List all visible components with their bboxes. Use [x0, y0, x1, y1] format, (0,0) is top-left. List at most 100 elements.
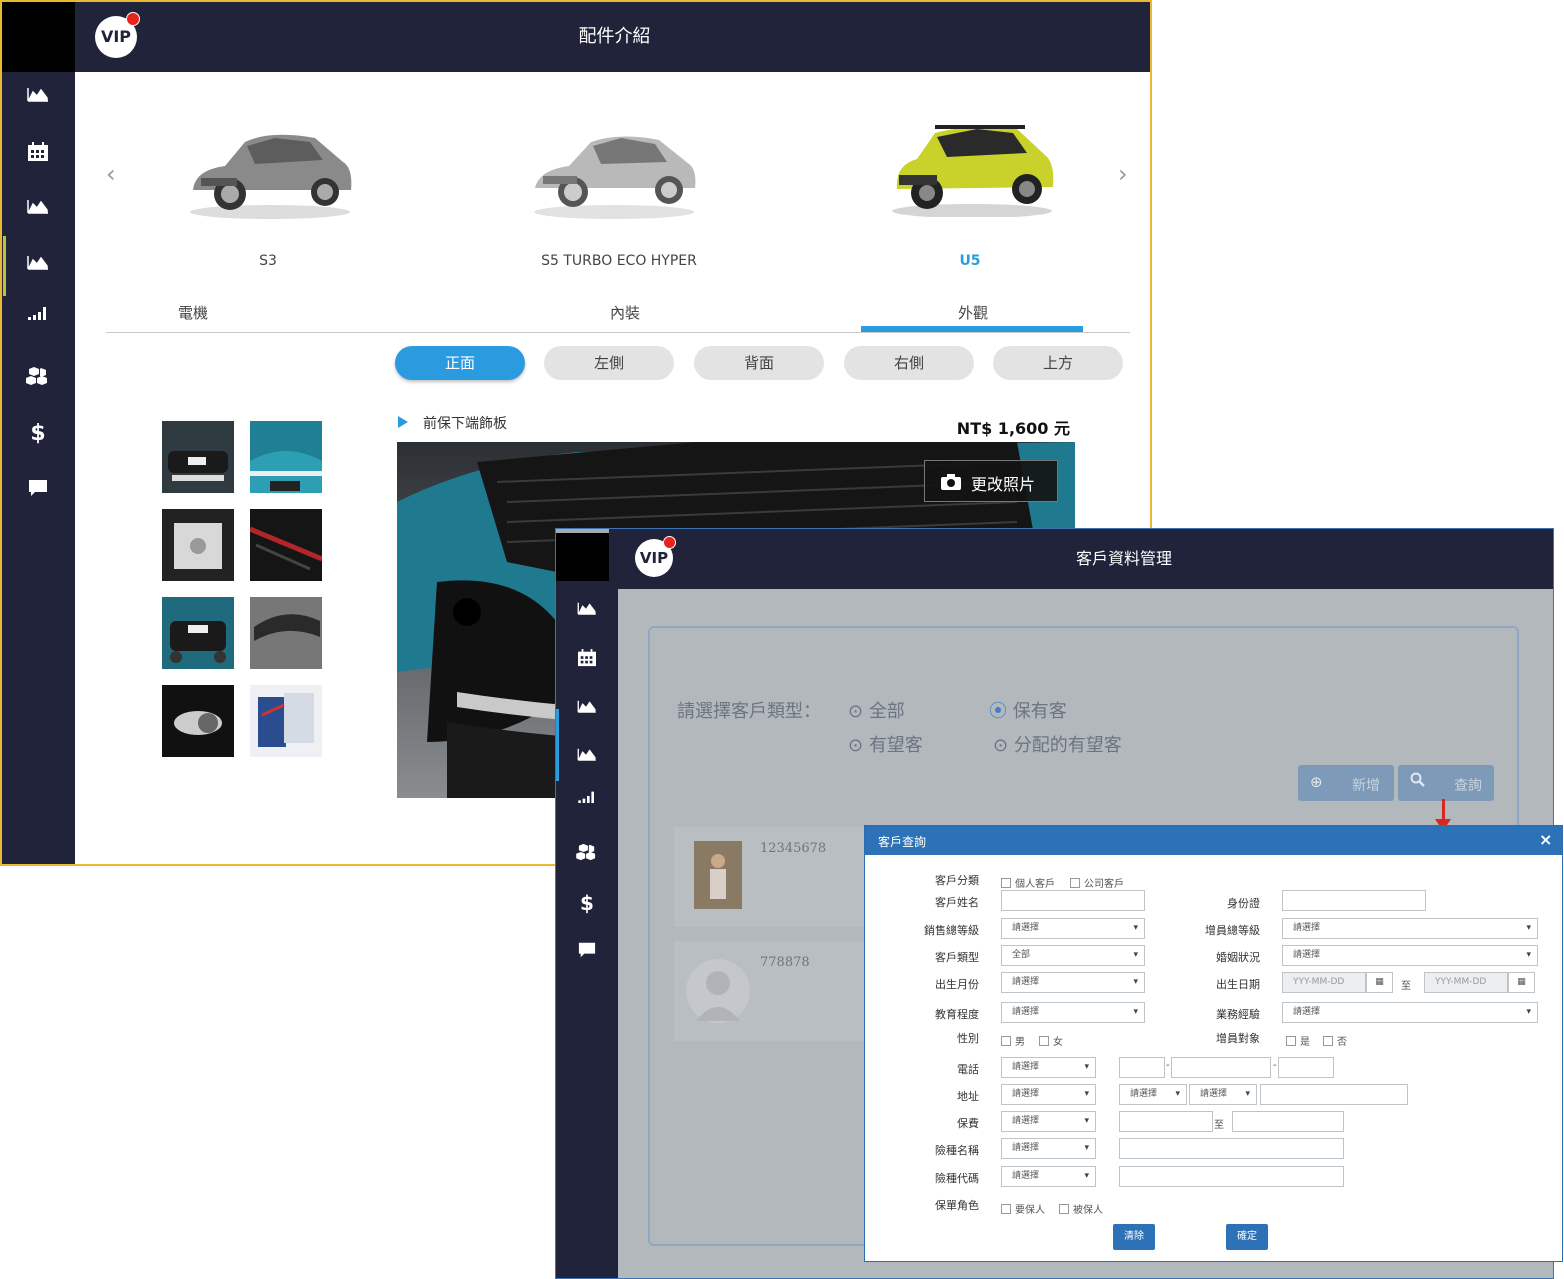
thumbnail-7[interactable] — [162, 685, 234, 757]
chevron-right-icon[interactable]: › — [1118, 160, 1128, 188]
search-label: 查詢 — [1454, 778, 1482, 794]
car-image-s5[interactable] — [529, 120, 699, 224]
thumbnail-1[interactable] — [162, 421, 234, 493]
education-select[interactable]: 請選擇 — [1001, 1002, 1145, 1023]
phone-type-select[interactable]: 請選擇 — [1001, 1057, 1096, 1078]
checkbox-company[interactable]: 公司客戶 — [1070, 872, 1124, 891]
checkbox-label: 女 — [1053, 1037, 1063, 1048]
birth-month-select[interactable]: 請選擇 — [1001, 972, 1145, 993]
sidebar: $ — [2, 72, 75, 864]
phone-area-input[interactable] — [1119, 1057, 1165, 1078]
birth-date-to[interactable]: YYY-MM-DD — [1424, 972, 1508, 993]
radio-owned[interactable]: ⦿ 保有客 — [989, 697, 1067, 723]
premium-from-input[interactable] — [1119, 1111, 1213, 1132]
add-button[interactable]: ⊕ 新增 — [1298, 765, 1394, 801]
radio-prospect-label: 有望客 — [868, 735, 923, 756]
area-chart-icon[interactable] — [556, 699, 618, 723]
avatar-placeholder-icon — [686, 953, 750, 1029]
area-chart-icon[interactable] — [2, 198, 74, 222]
view-front-button[interactable]: 正面 — [395, 346, 525, 380]
dollar-icon[interactable]: $ — [556, 891, 618, 915]
car-image-u5[interactable] — [887, 117, 1057, 221]
area-chart-icon[interactable] — [2, 86, 74, 110]
confirm-button[interactable]: 確定 — [1226, 1224, 1268, 1250]
thumbnail-5[interactable] — [162, 597, 234, 669]
phone-number-input[interactable] — [1171, 1057, 1271, 1078]
checkbox-no[interactable]: 否 — [1323, 1030, 1347, 1049]
tab-motor[interactable]: 電機 — [123, 302, 263, 323]
city-select[interactable]: 請選擇 — [1119, 1084, 1187, 1105]
calendar-icon[interactable]: ▦ — [1366, 972, 1393, 993]
view-back-button[interactable]: 背面 — [694, 346, 824, 380]
dollar-icon[interactable]: $ — [2, 422, 74, 446]
radio-all[interactable]: ⊙ 全部 — [848, 697, 905, 723]
thumbnail-3[interactable] — [162, 509, 234, 581]
member-level-select[interactable]: 請選擇 — [1282, 918, 1538, 939]
ins-name-select[interactable]: 請選擇 — [1001, 1138, 1096, 1159]
ins-code-select[interactable]: 請選擇 — [1001, 1166, 1096, 1187]
checkbox-male[interactable]: 男 — [1001, 1030, 1025, 1049]
thumbnail-6[interactable] — [250, 597, 322, 669]
view-top-button[interactable]: 上方 — [993, 346, 1123, 380]
area-chart-icon[interactable] — [2, 254, 74, 278]
car-label-u5[interactable]: U5 — [850, 253, 1090, 269]
area-chart-icon[interactable] — [556, 747, 618, 771]
label-type: 客戶類型 — [935, 951, 979, 964]
premium-select[interactable]: 請選擇 — [1001, 1111, 1096, 1132]
car-label-s5[interactable]: S5 TURBO ECO HYPER — [499, 253, 739, 269]
checkbox-yes[interactable]: 是 — [1286, 1030, 1310, 1049]
cubes-icon[interactable] — [556, 843, 618, 867]
view-right-button[interactable]: 右側 — [844, 346, 974, 380]
close-icon[interactable]: × — [1539, 830, 1552, 849]
marital-select[interactable]: 請選擇 — [1282, 945, 1538, 966]
checkbox-insurer[interactable]: 要保人 — [1001, 1198, 1045, 1217]
tab-interior[interactable]: 內裝 — [555, 302, 695, 323]
thumbnail-8[interactable] — [250, 685, 322, 757]
car-image-s3[interactable] — [185, 120, 355, 224]
address-type-select[interactable]: 請選擇 — [1001, 1084, 1096, 1105]
checkbox-personal[interactable]: 個人客戶 — [1001, 872, 1055, 891]
ins-code-input[interactable] — [1119, 1166, 1344, 1187]
experience-select[interactable]: 請選擇 — [1282, 1002, 1538, 1023]
label-category: 客戶分類 — [935, 874, 979, 887]
thumbnail-2[interactable] — [250, 421, 322, 493]
address-input[interactable] — [1260, 1084, 1408, 1105]
thumbnail-4[interactable] — [250, 509, 322, 581]
label-recruit: 增員對象 — [1216, 1032, 1260, 1045]
change-photo-button[interactable]: 更改照片 — [924, 460, 1058, 502]
name-input[interactable] — [1001, 890, 1145, 911]
chat-icon[interactable] — [2, 478, 74, 502]
radio-icon: ⊙ — [848, 701, 869, 722]
view-left-button[interactable]: 左側 — [544, 346, 674, 380]
tab-exterior[interactable]: 外觀 — [903, 302, 1043, 323]
chevron-left-icon[interactable]: ‹ — [106, 160, 116, 188]
cubes-icon[interactable] — [2, 366, 74, 390]
birth-date-from[interactable]: YYY-MM-DD — [1282, 972, 1366, 993]
customer-card[interactable]: 12345678 — [674, 827, 874, 927]
phone-ext-input[interactable] — [1278, 1057, 1334, 1078]
area-chart-icon[interactable] — [556, 601, 618, 625]
label-premium: 保費 — [957, 1117, 979, 1130]
clear-button[interactable]: 清除 — [1113, 1224, 1155, 1250]
customer-card[interactable]: 778878 — [674, 941, 874, 1041]
calendar-icon[interactable] — [556, 649, 618, 673]
calendar-icon[interactable] — [2, 142, 74, 166]
sidebar: $ — [556, 581, 618, 1278]
search-button[interactable]: 查詢 — [1398, 765, 1494, 801]
chat-icon[interactable] — [556, 941, 618, 965]
ins-name-input[interactable] — [1119, 1138, 1344, 1159]
radio-prospect[interactable]: ⊙ 有望客 — [848, 731, 923, 757]
label-name: 客戶姓名 — [935, 896, 979, 909]
sales-level-select[interactable]: 請選擇 — [1001, 918, 1145, 939]
signal-bars-icon[interactable] — [2, 304, 74, 328]
car-label-s3[interactable]: S3 — [148, 253, 388, 269]
premium-to-input[interactable] — [1232, 1111, 1344, 1132]
type-select[interactable]: 全部 — [1001, 945, 1145, 966]
id-card-input[interactable] — [1282, 890, 1426, 911]
calendar-icon[interactable]: ▦ — [1508, 972, 1535, 993]
checkbox-female[interactable]: 女 — [1039, 1030, 1063, 1049]
signal-bars-icon[interactable] — [556, 789, 618, 813]
district-select[interactable]: 請選擇 — [1189, 1084, 1257, 1105]
radio-assigned[interactable]: ⊙ 分配的有望客 — [993, 731, 1122, 757]
checkbox-insured[interactable]: 被保人 — [1059, 1198, 1103, 1217]
